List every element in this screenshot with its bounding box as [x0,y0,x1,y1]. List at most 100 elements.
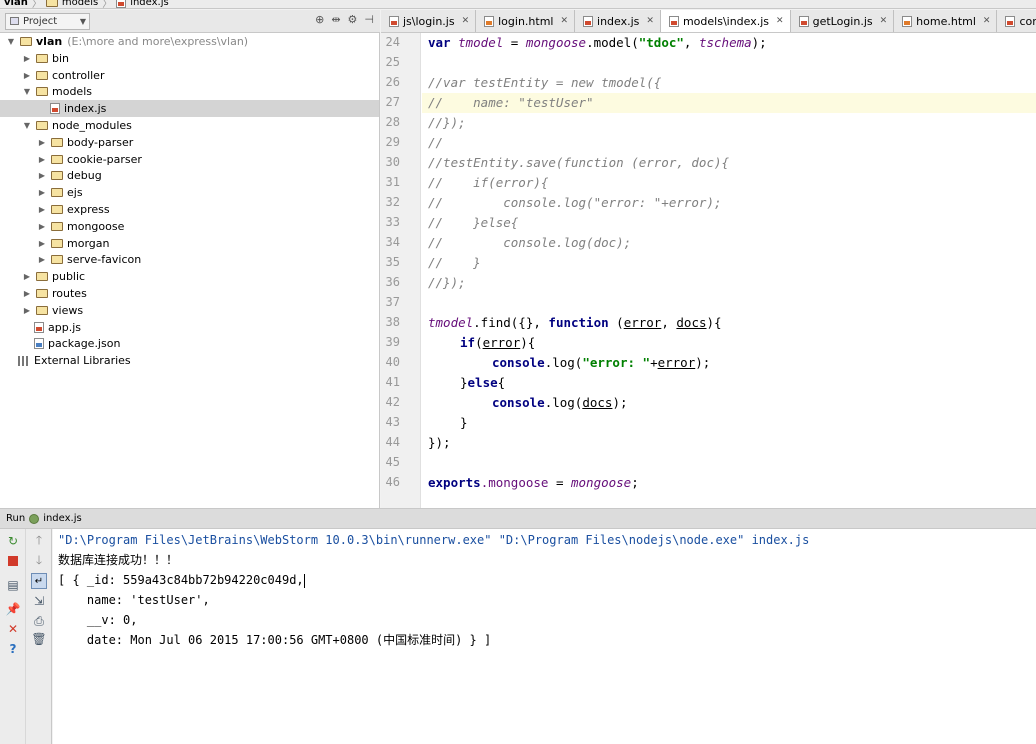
tree-item-label: vlan [36,35,63,48]
tree-item-ejs[interactable]: ▶ ejs [0,184,379,201]
tree-item-models[interactable]: ▼ models [0,83,379,100]
tree-item-bin[interactable]: ▶ bin [0,50,379,67]
collapse-icon[interactable]: ⇹ [331,13,340,26]
folder-icon [51,238,63,248]
js-file-icon [116,0,127,8]
breadcrumb-item-models[interactable]: models [62,0,98,8]
tree-item-morgan[interactable]: ▶ morgan [0,235,379,252]
folder-icon [51,137,63,147]
tab-index-js[interactable]: index.js ✕ [575,10,661,32]
tree-item-debug[interactable]: ▶ debug [0,167,379,184]
code-line: }else{ [460,375,506,390]
chevron-right-icon[interactable]: ▶ [22,54,32,63]
close-icon[interactable]: ✕ [776,16,784,26]
line-number-gutter: 24 25 26 27 28 29 30 31 32 33 34 35 36 3… [381,33,421,508]
chevron-down-icon[interactable]: ▼ [22,87,32,96]
tree-item-routes[interactable]: ▶ routes [0,285,379,302]
tree-item-label: ejs [67,186,83,200]
tree-item-serve-favicon[interactable]: ▶ serve-favicon [0,251,379,268]
tree-item-package-json[interactable]: package.json [0,335,379,352]
tree-item-express[interactable]: ▶ express [0,201,379,218]
run-config-tab[interactable]: index.js [43,513,82,524]
chevron-right-icon[interactable]: ▶ [37,155,47,164]
trash-icon[interactable]: 🗑 [31,631,47,647]
close-icon[interactable]: ✕ [880,16,888,26]
tree-item-index-js[interactable]: index.js [0,100,379,118]
js-file-icon [668,15,679,27]
tree-item-label: body-parser [67,135,134,149]
tree-item-mongoose[interactable]: ▶ mongoose [0,218,379,235]
chevron-right-icon[interactable]: ▶ [22,71,32,80]
chevron-right-icon[interactable]: ▶ [37,171,47,180]
tab-label: login.html [498,14,554,28]
breadcrumb-separator: 〉 [102,0,113,9]
chevron-right-icon[interactable]: ▶ [37,239,47,248]
tab-home-html[interactable]: home.html ✕ [894,10,998,32]
close-icon[interactable]: ✕ [983,16,991,26]
gear-icon[interactable]: ⚙ [348,13,358,26]
tree-item-body-parser[interactable]: ▶ body-parser [0,134,379,151]
chevron-right-icon[interactable]: ▶ [37,138,47,147]
tree-item-label: views [52,303,84,317]
stop-icon[interactable] [5,553,21,569]
line-number: 43 [385,415,400,429]
project-header: Project ▼ ⊕ ⇹ ⚙ ⊣ [0,10,380,33]
code-line: console.log(docs); [492,395,628,410]
scroll-to-end-icon[interactable]: ⇲ [31,593,47,609]
code-editor[interactable]: 24 25 26 27 28 29 30 31 32 33 34 35 36 3… [381,33,1036,508]
tab-js-login[interactable]: js\login.js ✕ [381,10,477,32]
close-icon[interactable]: ✕ [646,16,654,26]
tree-item-node-modules[interactable]: ▼ node_modules [0,117,379,134]
arrow-up-icon[interactable]: 🡑 [31,533,47,549]
chevron-down-icon[interactable]: ▼ [6,37,16,46]
print-icon[interactable]: ⎙ [31,613,47,629]
line-number: 36 [385,275,400,289]
library-icon [18,355,30,366]
folder-icon [51,255,63,265]
tree-item-views[interactable]: ▶ views [0,302,379,319]
chevron-right-icon[interactable]: ▶ [22,272,32,281]
chevron-down-icon[interactable]: ▼ [22,121,32,130]
sync-icon[interactable]: ⊕ [315,13,324,26]
chevron-right-icon[interactable]: ▶ [37,222,47,231]
js-file-icon [798,15,809,27]
close-icon[interactable]: ✕ [462,16,470,26]
tree-item-app-js[interactable]: app.js [0,319,379,336]
code-line: tmodel.find({}, function (error, docs){ [428,315,722,330]
tree-root-vlan[interactable]: ▼ vlan (E:\more and more\express\vlan) [0,33,379,50]
hide-icon[interactable]: ⊣ [364,13,374,26]
tab-controller-login-js[interactable]: controller\login.js [997,10,1036,32]
console-line: [ { _id: 559a43c84bb72b94220c049d, [58,573,305,588]
tree-item-label: bin [52,51,70,65]
tab-getlogin-js[interactable]: getLogin.js ✕ [790,10,895,32]
chevron-right-icon[interactable]: ▶ [37,205,47,214]
tree-item-public[interactable]: ▶ public [0,268,379,285]
tree-item-cookie-parser[interactable]: ▶ cookie-parser [0,151,379,168]
close-icon[interactable]: ✕ [5,621,21,637]
soft-wrap-icon[interactable]: ↵ [31,573,47,589]
code-line: // console.log("error: "+error); [428,195,722,210]
layout-icon[interactable]: ▤ [5,577,21,593]
tree-item-controller[interactable]: ▶ controller [0,67,379,84]
tab-login-html[interactable]: login.html ✕ [476,10,576,32]
pin-icon[interactable]: 📌 [5,601,21,617]
chevron-right-icon[interactable]: ▶ [37,255,47,264]
help-icon[interactable]: ? [5,641,21,657]
project-view-selector[interactable]: Project ▼ [5,12,90,30]
current-code-line: // name: "testUser" [422,93,1036,113]
chevron-right-icon[interactable]: ▶ [22,289,32,298]
rerun-icon[interactable]: ↻ [5,533,21,549]
breadcrumb-item-vlan[interactable]: vlan [4,0,28,8]
tab-models-index-js[interactable]: models\index.js ✕ [660,10,791,32]
tree-item-external-libraries[interactable]: External Libraries [0,352,379,369]
folder-icon [51,221,63,231]
breadcrumb-item-index[interactable]: index.js [130,0,169,8]
console-output[interactable]: "D:\Program Files\JetBrains\WebStorm 10.… [53,529,1036,744]
chevron-right-icon[interactable]: ▶ [37,188,47,197]
line-number: 25 [385,55,400,69]
close-icon[interactable]: ✕ [560,16,568,26]
tree-item-label: External Libraries [34,354,131,368]
arrow-down-icon[interactable]: 🡓 [31,553,47,569]
chevron-right-icon[interactable]: ▶ [22,306,32,315]
console-line: name: 'testUser', [58,593,210,607]
